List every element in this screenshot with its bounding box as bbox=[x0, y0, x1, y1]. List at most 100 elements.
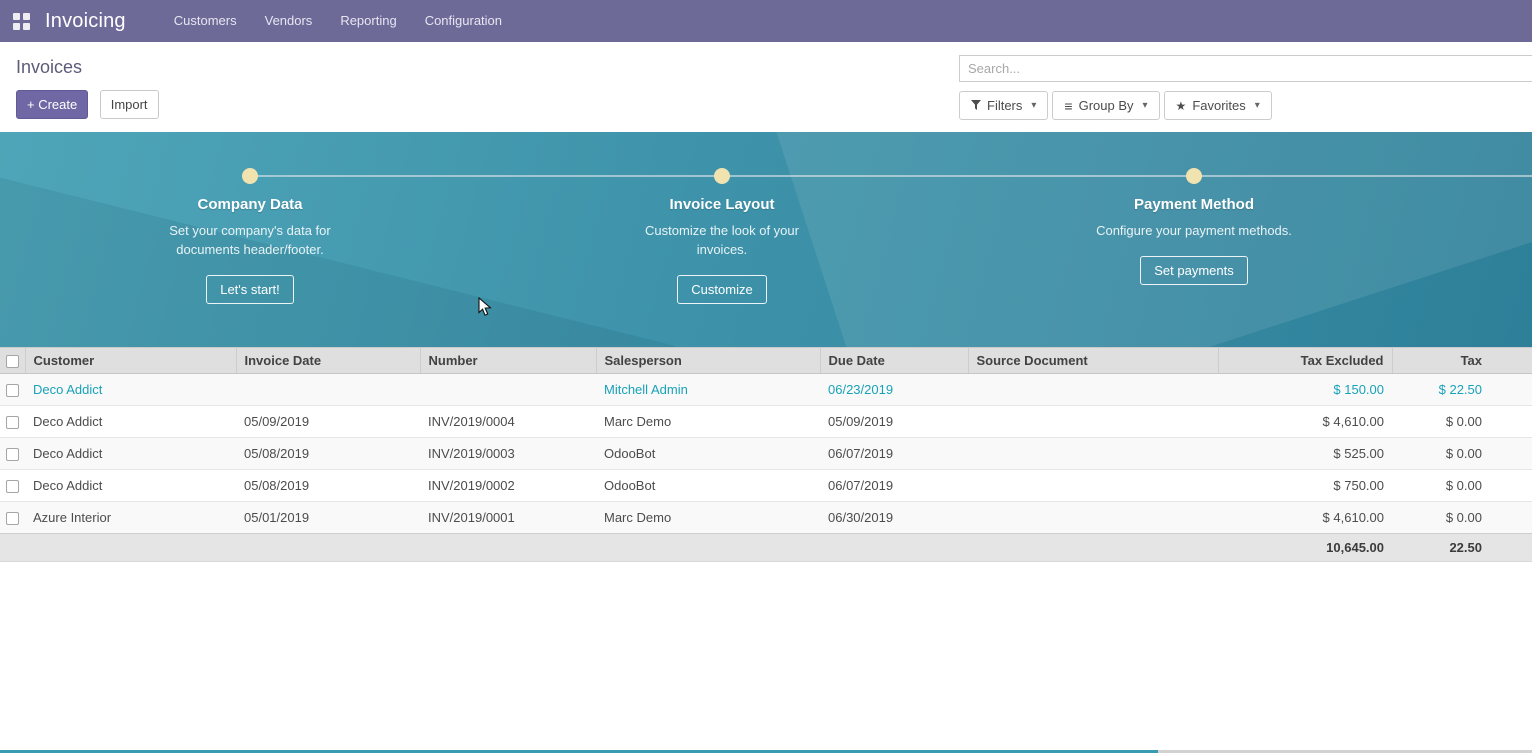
cell-salesperson[interactable]: OdooBot bbox=[596, 470, 820, 502]
step-description: Customize the look of your invoices. bbox=[486, 222, 958, 260]
cell-tax[interactable]: $ 22.50 bbox=[1392, 374, 1532, 406]
set-payments-button[interactable]: Set payments bbox=[1140, 256, 1248, 285]
col-header-customer[interactable]: Customer bbox=[25, 348, 236, 374]
select-all-cell bbox=[0, 348, 25, 374]
cell-due-date[interactable]: 05/09/2019 bbox=[820, 406, 968, 438]
invoice-row[interactable]: Deco Addict05/09/2019INV/2019/0004Marc D… bbox=[0, 406, 1532, 438]
select-all-checkbox[interactable] bbox=[6, 355, 19, 368]
menu-vendors[interactable]: Vendors bbox=[251, 0, 327, 42]
cell-tax-excluded[interactable]: $ 750.00 bbox=[1218, 470, 1392, 502]
invoice-row[interactable]: Deco Addict05/08/2019INV/2019/0003OdooBo… bbox=[0, 438, 1532, 470]
cell-tax-excluded[interactable]: $ 4,610.00 bbox=[1218, 406, 1392, 438]
cell-tax[interactable]: $ 0.00 bbox=[1392, 502, 1532, 534]
invoice-row[interactable]: Deco Addict Mitchell Admin06/23/2019 $ 150… bbox=[0, 374, 1532, 406]
cell-number[interactable]: INV/2019/0004 bbox=[420, 406, 596, 438]
top-navbar: Invoicing Customers Vendors Reporting Co… bbox=[0, 0, 1532, 42]
table-header-row: Customer Invoice Date Number Salesperson… bbox=[0, 348, 1532, 374]
cell-source-document[interactable] bbox=[968, 374, 1218, 406]
cell-customer[interactable]: Deco Addict bbox=[25, 470, 236, 502]
step-description: Configure your payment methods. bbox=[958, 222, 1430, 241]
row-checkbox[interactable] bbox=[6, 384, 19, 397]
col-header-source-document[interactable]: Source Document bbox=[968, 348, 1218, 374]
col-header-salesperson[interactable]: Salesperson bbox=[596, 348, 820, 374]
cell-invoice-date[interactable]: 05/08/2019 bbox=[236, 438, 420, 470]
cell-source-document[interactable] bbox=[968, 438, 1218, 470]
search-facet-buttons: Filters ▾ ≡ Group By ▾ ★ Favorites ▾ bbox=[959, 91, 1532, 120]
row-checkbox[interactable] bbox=[6, 416, 19, 429]
invoice-row[interactable]: Deco Addict05/08/2019INV/2019/0002OdooBo… bbox=[0, 470, 1532, 502]
app-title[interactable]: Invoicing bbox=[45, 10, 126, 33]
totals-row: 10,645.00 22.50 bbox=[0, 534, 1532, 562]
search-input[interactable] bbox=[959, 55, 1532, 82]
action-buttons: + Create Import bbox=[16, 90, 159, 119]
total-tax: 22.50 bbox=[1392, 534, 1532, 562]
cell-salesperson[interactable]: Marc Demo bbox=[596, 406, 820, 438]
row-checkbox[interactable] bbox=[6, 512, 19, 525]
lets-start-button[interactable]: Let's start! bbox=[206, 275, 294, 304]
group-by-button[interactable]: ≡ Group By ▾ bbox=[1052, 91, 1159, 120]
row-checkbox[interactable] bbox=[6, 448, 19, 461]
cell-salesperson[interactable]: OdooBot bbox=[596, 438, 820, 470]
cell-invoice-date[interactable]: 05/01/2019 bbox=[236, 502, 420, 534]
main-menu: Customers Vendors Reporting Configuratio… bbox=[160, 0, 516, 42]
col-header-due-date[interactable]: Due Date bbox=[820, 348, 968, 374]
step-title: Company Data bbox=[14, 196, 486, 213]
cell-tax-excluded[interactable]: $ 150.00 bbox=[1218, 374, 1392, 406]
cell-customer[interactable]: Deco Addict bbox=[25, 406, 236, 438]
col-header-tax[interactable]: Tax bbox=[1392, 348, 1532, 374]
cell-invoice-date[interactable]: 05/09/2019 bbox=[236, 406, 420, 438]
cell-due-date[interactable]: 06/23/2019 bbox=[820, 374, 968, 406]
cell-tax[interactable]: $ 0.00 bbox=[1392, 470, 1532, 502]
apps-menu-icon[interactable] bbox=[13, 13, 30, 30]
row-select-cell bbox=[0, 438, 25, 470]
cell-tax-excluded[interactable]: $ 525.00 bbox=[1218, 438, 1392, 470]
col-header-invoice-date[interactable]: Invoice Date bbox=[236, 348, 420, 374]
invoice-row[interactable]: Azure Interior05/01/2019INV/2019/0001Mar… bbox=[0, 502, 1532, 534]
row-select-cell bbox=[0, 470, 25, 502]
create-button[interactable]: + Create bbox=[16, 90, 88, 119]
onboarding-banner: Company Data Set your company's data for… bbox=[0, 132, 1532, 347]
menu-reporting[interactable]: Reporting bbox=[326, 0, 410, 42]
cell-number[interactable] bbox=[420, 374, 596, 406]
cell-source-document[interactable] bbox=[968, 502, 1218, 534]
favorites-button[interactable]: ★ Favorites ▾ bbox=[1164, 91, 1272, 120]
cell-salesperson[interactable]: Mitchell Admin bbox=[596, 374, 820, 406]
cell-source-document[interactable] bbox=[968, 406, 1218, 438]
control-panel: Invoices + Create Import Filters ▾ ≡ Gro… bbox=[0, 42, 1532, 132]
cell-number[interactable]: INV/2019/0003 bbox=[420, 438, 596, 470]
cell-tax-excluded[interactable]: $ 4,610.00 bbox=[1218, 502, 1392, 534]
customize-button[interactable]: Customize bbox=[677, 275, 766, 304]
favorites-label: Favorites bbox=[1192, 98, 1245, 113]
cell-salesperson[interactable]: Marc Demo bbox=[596, 502, 820, 534]
cell-due-date[interactable]: 06/07/2019 bbox=[820, 470, 968, 502]
cell-invoice-date[interactable]: 05/08/2019 bbox=[236, 470, 420, 502]
bars-icon: ≡ bbox=[1064, 99, 1072, 113]
row-select-cell bbox=[0, 374, 25, 406]
cell-invoice-date[interactable] bbox=[236, 374, 420, 406]
cell-tax[interactable]: $ 0.00 bbox=[1392, 406, 1532, 438]
control-panel-right: Filters ▾ ≡ Group By ▾ ★ Favorites ▾ bbox=[959, 55, 1532, 120]
cell-tax[interactable]: $ 0.00 bbox=[1392, 438, 1532, 470]
cell-number[interactable]: INV/2019/0001 bbox=[420, 502, 596, 534]
plus-icon: + bbox=[27, 97, 35, 112]
step-description: Set your company's data for documents he… bbox=[14, 222, 486, 260]
cell-customer[interactable]: Deco Addict bbox=[25, 438, 236, 470]
cell-customer[interactable]: Azure Interior bbox=[25, 502, 236, 534]
cell-customer[interactable]: Deco Addict bbox=[25, 374, 236, 406]
onboarding-step-company-data: Company Data Set your company's data for… bbox=[14, 132, 486, 304]
create-label: Create bbox=[38, 97, 77, 112]
col-header-tax-excluded[interactable]: Tax Excluded bbox=[1218, 348, 1392, 374]
total-tax-excluded: 10,645.00 bbox=[1218, 534, 1392, 562]
cell-due-date[interactable]: 06/30/2019 bbox=[820, 502, 968, 534]
caret-down-icon: ▾ bbox=[1143, 101, 1148, 111]
import-button[interactable]: Import bbox=[100, 90, 159, 119]
cell-number[interactable]: INV/2019/0002 bbox=[420, 470, 596, 502]
menu-customers[interactable]: Customers bbox=[160, 0, 251, 42]
filters-label: Filters bbox=[987, 98, 1022, 113]
row-checkbox[interactable] bbox=[6, 480, 19, 493]
cell-source-document[interactable] bbox=[968, 470, 1218, 502]
cell-due-date[interactable]: 06/07/2019 bbox=[820, 438, 968, 470]
menu-configuration[interactable]: Configuration bbox=[411, 0, 516, 42]
filters-button[interactable]: Filters ▾ bbox=[959, 91, 1048, 120]
col-header-number[interactable]: Number bbox=[420, 348, 596, 374]
